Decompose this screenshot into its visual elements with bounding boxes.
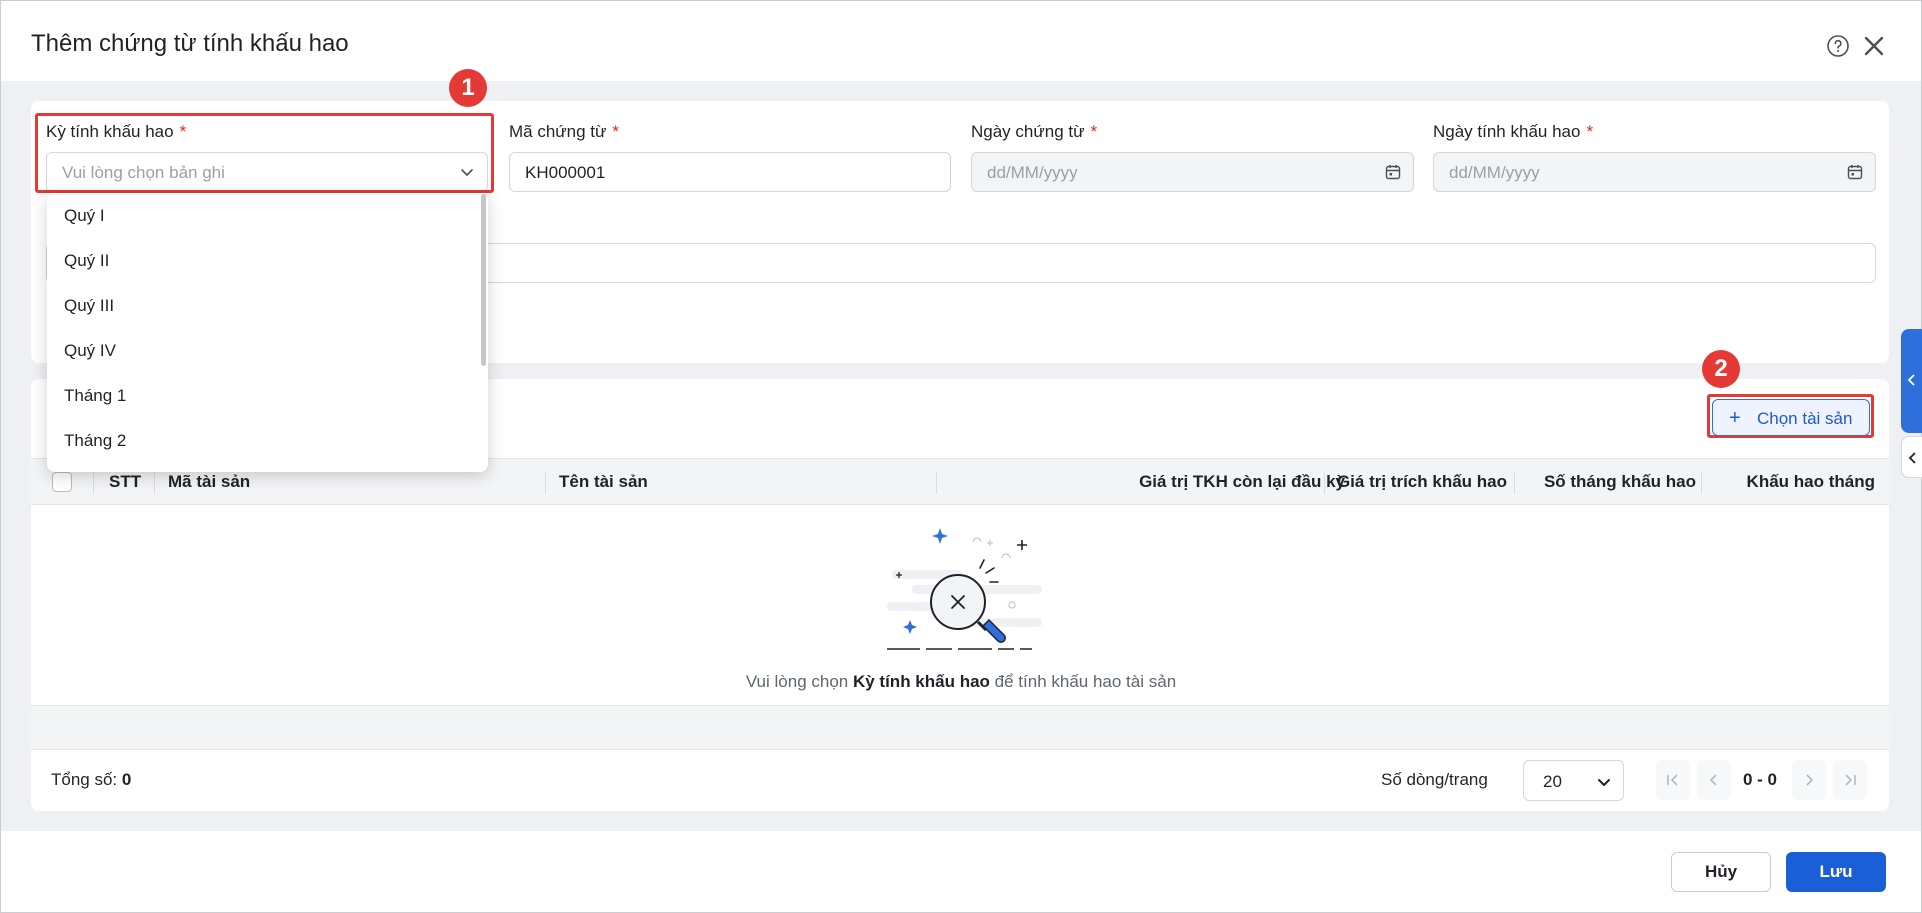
dropdown-option[interactable]: Quý IV: [64, 341, 116, 361]
plus-icon: +: [1729, 407, 1741, 429]
choose-asset-button[interactable]: + Chọn tài sản: [1712, 399, 1870, 436]
chevron-left-icon: [1709, 774, 1717, 786]
chevron-right-icon: [1806, 774, 1814, 786]
empty-state-message: Vui lòng chọn Kỳ tính khấu hao để tính k…: [745, 672, 1177, 691]
chevron-left-icon: [1907, 374, 1915, 386]
voucher-no-label: Mã chứng từ *: [509, 122, 620, 141]
dropdown-option[interactable]: Tháng 2: [64, 431, 126, 451]
side-collapse-toggle[interactable]: [1901, 436, 1922, 478]
col-stt: STT: [109, 472, 142, 491]
table-footer-line: [31, 749, 1889, 750]
col-remaining-value: Giá trị TKH còn lại đầu kỳ: [1139, 472, 1345, 491]
side-panel-toggle[interactable]: [1901, 329, 1922, 433]
last-page-icon: [1845, 774, 1856, 786]
cancel-button[interactable]: Hủy: [1671, 852, 1771, 892]
question-circle-icon[interactable]: [1826, 34, 1850, 58]
col-asset-code: Mã tài sản: [168, 472, 251, 491]
dropdown-option[interactable]: Quý II: [64, 251, 109, 271]
depreciation-date-input[interactable]: dd/MM/yyyy: [1433, 152, 1876, 192]
column-divider: [936, 472, 937, 494]
voucher-date-input[interactable]: dd/MM/yyyy: [971, 152, 1414, 192]
col-months: Số tháng khấu hao: [1543, 472, 1696, 491]
first-page-icon: [1667, 774, 1678, 786]
column-divider: [1514, 472, 1515, 494]
step-badge-1: 1: [449, 69, 487, 107]
rows-per-page-select[interactable]: 20: [1523, 760, 1624, 801]
prev-page-button[interactable]: [1697, 760, 1731, 800]
next-page-button[interactable]: [1792, 760, 1826, 800]
col-depreciation-value: Giá trị trích khấu hao: [1336, 472, 1507, 491]
voucher-no-value: KH000001: [525, 163, 606, 182]
close-icon[interactable]: [1862, 34, 1886, 58]
column-divider: [545, 472, 546, 494]
page-range: 0 - 0: [1743, 770, 1778, 789]
dropdown-option[interactable]: Quý I: [64, 206, 105, 226]
empty-search-illustration: [887, 528, 1042, 650]
calendar-icon[interactable]: [1845, 162, 1865, 182]
dropdown-option[interactable]: Quý III: [64, 296, 114, 316]
last-page-button[interactable]: [1833, 760, 1867, 800]
depreciation-date-label: Ngày tính khấu hao *: [1433, 122, 1594, 141]
save-button[interactable]: Lưu: [1786, 852, 1886, 892]
period-dropdown: Quý I Quý II Quý III Quý IV Tháng 1 Thán…: [47, 193, 488, 472]
dropdown-option[interactable]: Tháng 1: [64, 386, 126, 406]
table-summary-row: [31, 706, 1889, 749]
voucher-date-placeholder: dd/MM/yyyy: [987, 163, 1078, 182]
total-count: Tổng số: 0: [51, 770, 132, 789]
select-all-checkbox[interactable]: [52, 472, 72, 492]
column-divider: [154, 472, 155, 494]
dialog-title: Thêm chứng từ tính khấu hao: [31, 30, 349, 57]
highlight-box-1: [35, 113, 494, 193]
chevron-down-icon: [1598, 779, 1610, 786]
dropdown-scrollbar[interactable]: [481, 194, 486, 366]
column-divider: [93, 472, 94, 494]
calendar-icon[interactable]: [1383, 162, 1403, 182]
step-badge-2: 2: [1702, 350, 1740, 388]
column-divider: [1701, 472, 1702, 494]
first-page-button[interactable]: [1656, 760, 1690, 800]
chevron-left-icon: [1908, 452, 1916, 464]
voucher-date-label: Ngày chứng từ *: [971, 122, 1098, 141]
column-divider: [1324, 472, 1325, 494]
rows-per-page-label: Số dòng/trang: [1381, 770, 1488, 789]
col-monthly: Khấu hao tháng: [1746, 472, 1875, 491]
voucher-no-input[interactable]: KH000001: [509, 152, 951, 192]
depreciation-date-placeholder: dd/MM/yyyy: [1449, 163, 1540, 182]
col-asset-name: Tên tài sản: [559, 472, 648, 491]
